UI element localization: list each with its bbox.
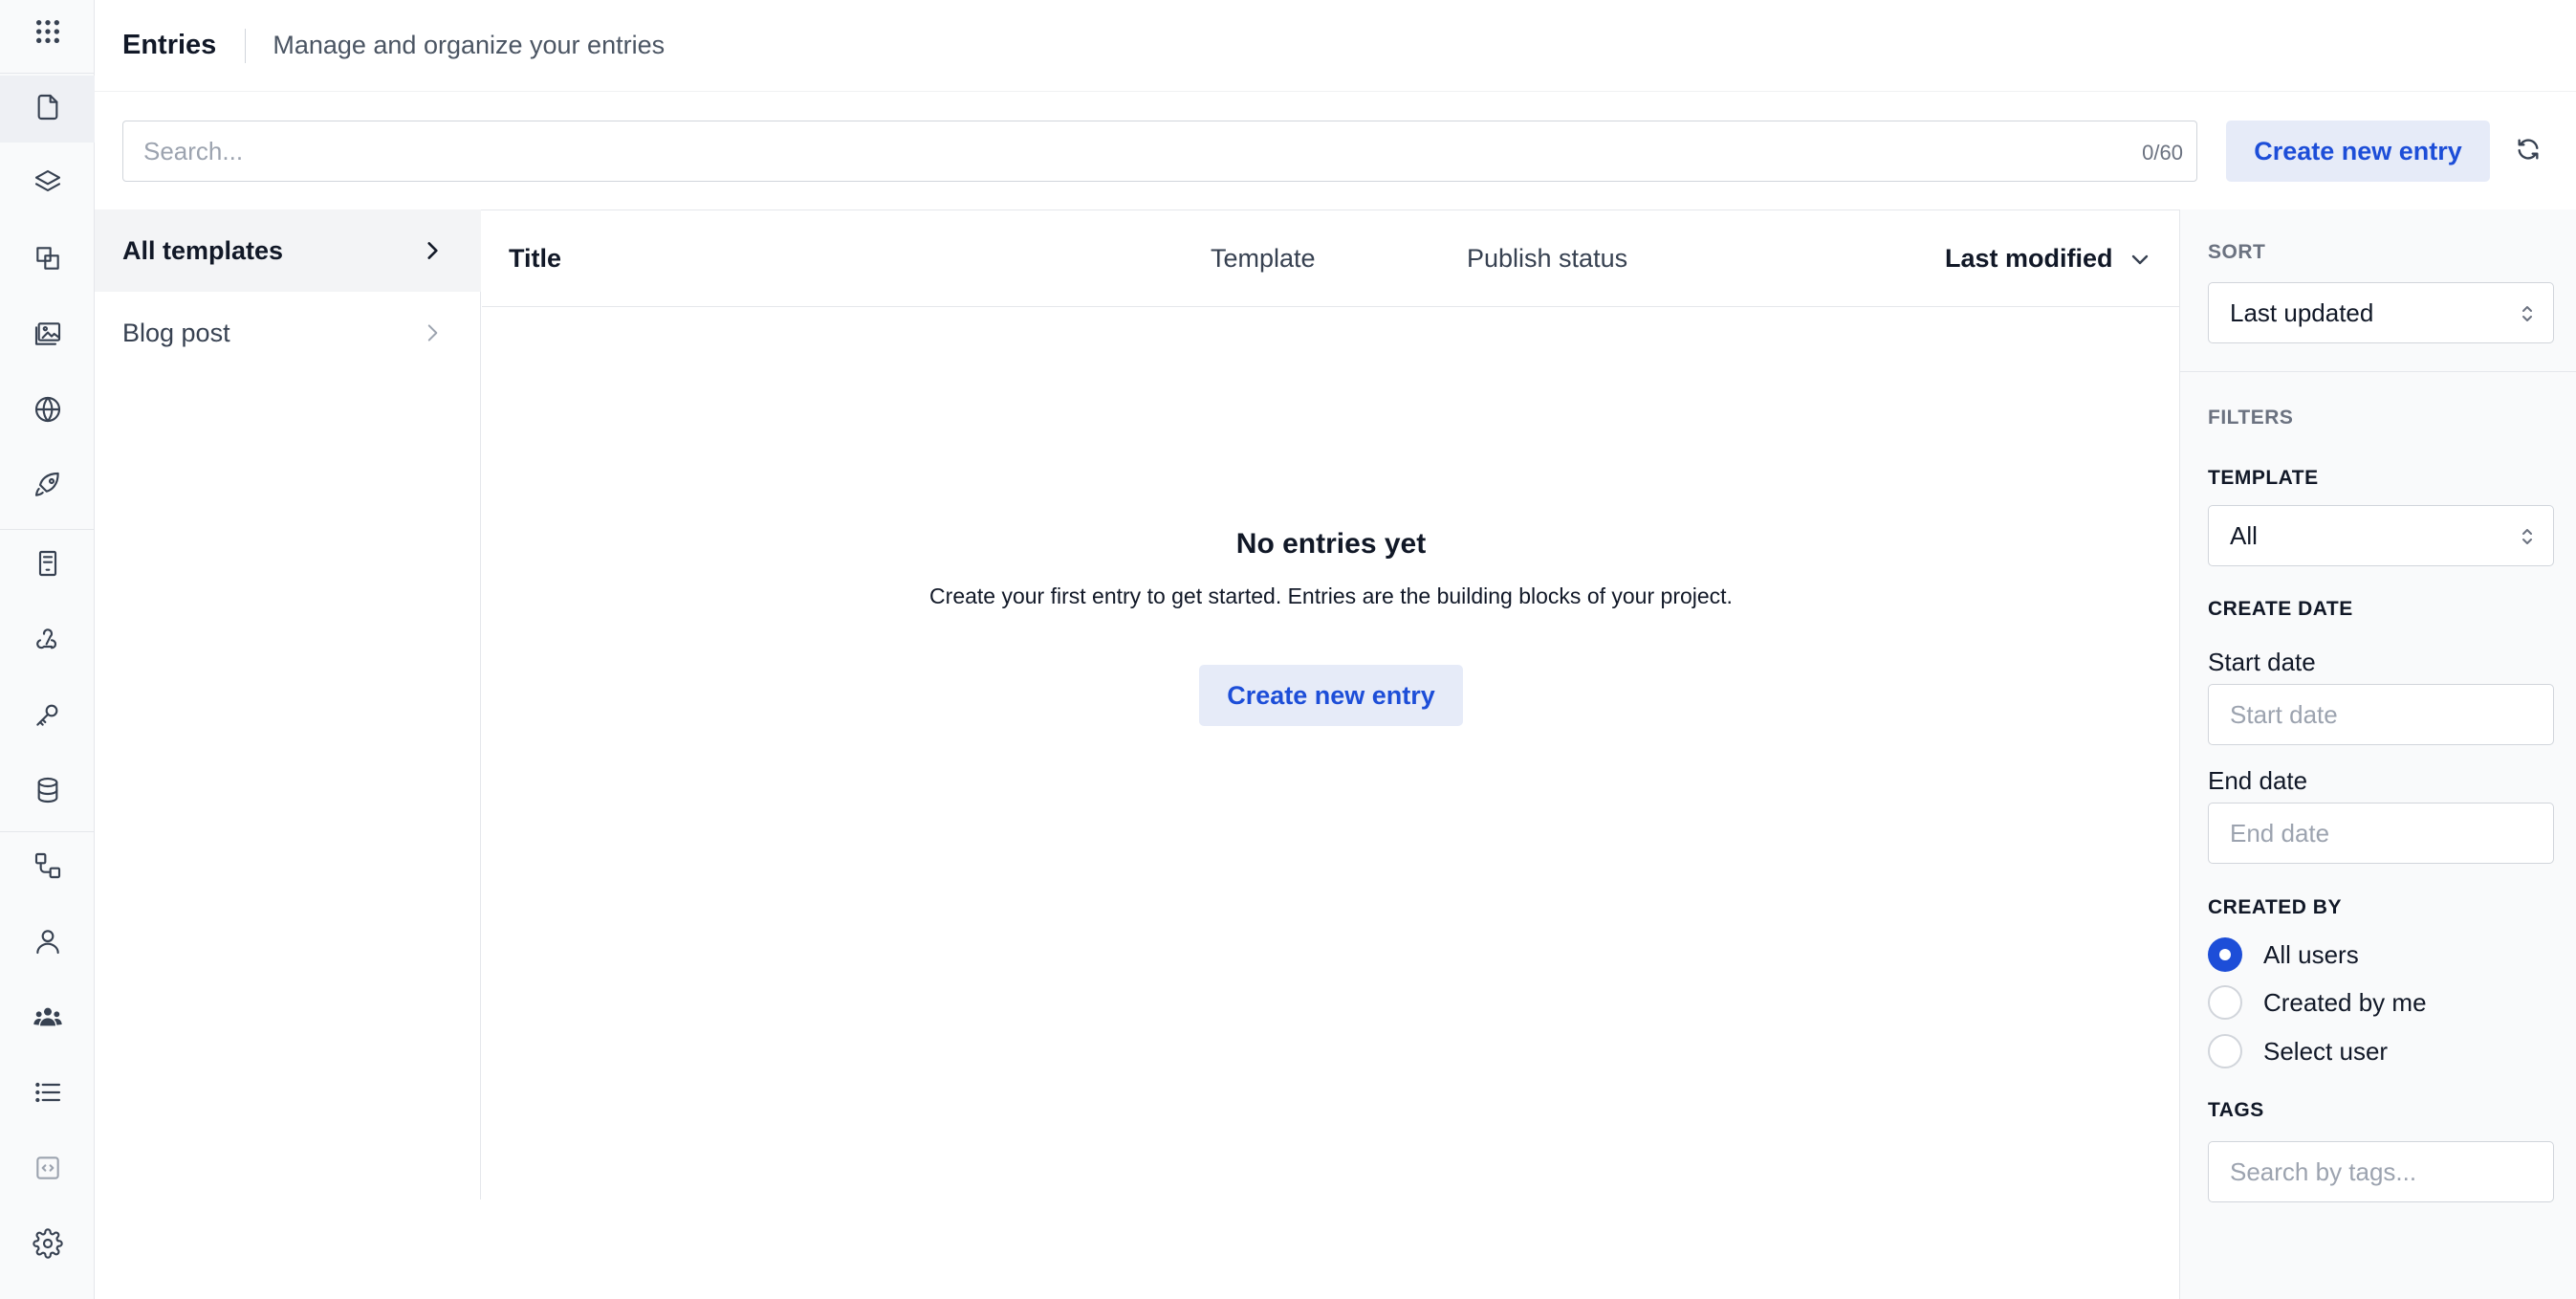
template-item-label: Blog post <box>122 318 230 347</box>
rail-item-entries[interactable] <box>0 76 95 143</box>
radio-button[interactable] <box>2208 985 2242 1020</box>
rail-item-components[interactable] <box>0 227 95 294</box>
page-title: Entries <box>122 30 217 60</box>
rail-item-database[interactable] <box>0 759 95 826</box>
radio-all-users[interactable]: All users <box>2208 937 2359 972</box>
database-icon <box>33 775 63 810</box>
entries-table-header: Title Template Publish status Last modif… <box>482 209 2180 307</box>
template-item-label: All templates <box>122 235 284 265</box>
empty-state-heading: No entries yet <box>1235 528 1427 560</box>
panel-divider <box>2180 371 2576 372</box>
header-divider <box>245 28 247 63</box>
end-date-label: End date <box>2208 766 2308 795</box>
end-date-field[interactable]: End date <box>2208 803 2554 864</box>
sort-select-value: Last updated <box>2230 297 2374 327</box>
column-header-last-modified[interactable]: Last modified <box>1945 244 2151 274</box>
radio-label: Created by me <box>2263 987 2427 1017</box>
rail-item-layers[interactable] <box>0 151 95 218</box>
create-date-label: CREATE DATE <box>2208 598 2353 620</box>
layers-icon <box>33 167 63 203</box>
rail-item-logs[interactable] <box>0 1061 95 1128</box>
radio-created-by-me[interactable]: Created by me <box>2208 985 2427 1020</box>
start-date-label: Start date <box>2208 648 2316 676</box>
users-icon <box>33 1002 63 1037</box>
rail-item-code[interactable] <box>0 1136 95 1203</box>
rail-divider <box>0 529 95 530</box>
rail-item-team[interactable] <box>0 985 95 1052</box>
chevron-down-icon <box>2131 254 2148 264</box>
rail-item-api-keys[interactable] <box>0 683 95 750</box>
rail-item-forms[interactable] <box>0 532 95 599</box>
refresh-icon <box>2515 136 2542 167</box>
rail-item-profile[interactable] <box>0 910 95 977</box>
column-header-label: Last modified <box>1945 244 2113 273</box>
list-icon <box>33 1077 63 1112</box>
start-date-field[interactable]: Start date <box>2208 684 2554 745</box>
tags-search-placeholder: Search by tags... <box>2230 1156 2417 1186</box>
radio-label: All users <box>2263 939 2359 969</box>
filters-label: FILTERS <box>2208 407 2294 429</box>
template-filter-value: All <box>2230 520 2258 550</box>
rail-divider <box>0 831 95 832</box>
receipt-icon <box>33 548 63 583</box>
select-arrows-icon <box>2519 525 2536 548</box>
chevron-right-icon <box>420 238 445 263</box>
app-rail <box>0 0 95 1299</box>
sort-label: SORT <box>2208 241 2266 263</box>
template-filter-select[interactable]: All <box>2208 505 2554 566</box>
key-icon <box>33 699 63 735</box>
radio-button[interactable] <box>2208 1034 2242 1068</box>
apps-grid-button[interactable] <box>0 0 95 67</box>
rail-item-locales[interactable] <box>0 378 95 445</box>
empty-state-create-button[interactable]: Create new entry <box>1199 665 1463 726</box>
radio-button[interactable] <box>2208 937 2242 972</box>
search-input[interactable] <box>123 121 2196 181</box>
page-header: Entries Manage and organize your entries <box>95 0 2576 92</box>
end-date-placeholder: End date <box>2230 818 2330 848</box>
document-icon <box>33 92 63 127</box>
rail-divider <box>0 73 95 74</box>
shapes-icon <box>33 243 63 278</box>
sort-select[interactable]: Last updated <box>2208 282 2554 343</box>
workflow-icon <box>33 850 63 886</box>
rail-item-media[interactable] <box>0 302 95 369</box>
globe-icon <box>33 394 63 429</box>
empty-state: No entries yet Create your first entry t… <box>482 528 2180 726</box>
create-entry-button[interactable]: Create new entry <box>2226 121 2490 182</box>
search-box: 0/60 <box>122 121 2197 182</box>
tags-search-field[interactable]: Search by tags... <box>2208 1141 2554 1202</box>
webhook-icon <box>33 624 63 659</box>
rail-item-deploy[interactable] <box>0 453 95 520</box>
search-char-counter: 0/60 <box>2142 141 2183 165</box>
select-arrows-icon <box>2519 302 2536 325</box>
empty-state-description: Create your first entry to get started. … <box>929 583 1733 608</box>
column-header-status: Publish status <box>1467 244 1628 273</box>
radio-select-user[interactable]: Select user <box>2208 1034 2388 1068</box>
gear-icon <box>32 1227 63 1264</box>
column-header-template: Template <box>1211 244 1316 273</box>
filter-panel: SORT Last updated FILTERS TEMPLATE All C… <box>2179 209 2576 1299</box>
template-item-blog-post[interactable]: Blog post <box>95 292 481 374</box>
template-list: All templates Blog post <box>95 209 481 1200</box>
rail-item-webhooks[interactable] <box>0 607 95 674</box>
images-icon <box>33 319 63 354</box>
rail-item-settings[interactable] <box>0 1212 95 1279</box>
rocket-icon <box>33 470 63 505</box>
template-item-all[interactable]: All templates <box>95 209 481 292</box>
rail-item-workflows[interactable] <box>0 834 95 901</box>
code-icon <box>33 1153 63 1188</box>
chevron-right-icon <box>420 320 445 345</box>
column-header-title[interactable]: Title <box>509 244 561 274</box>
template-filter-label: TEMPLATE <box>2208 467 2319 489</box>
start-date-placeholder: Start date <box>2230 699 2338 729</box>
refresh-button[interactable] <box>2511 134 2545 168</box>
grid-icon <box>33 16 63 52</box>
tags-label: TAGS <box>2208 1099 2264 1121</box>
page-subtitle: Manage and organize your entries <box>273 31 666 59</box>
radio-label: Select user <box>2263 1036 2389 1066</box>
created-by-label: CREATED BY <box>2208 896 2342 918</box>
user-icon <box>33 926 63 961</box>
